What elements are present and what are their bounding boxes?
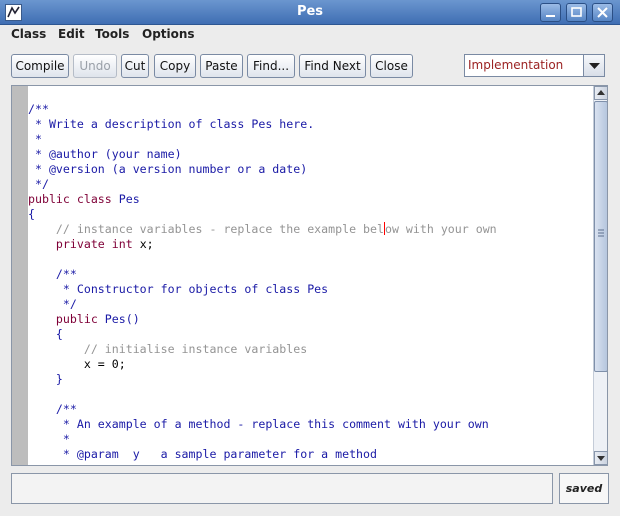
code-line[interactable]: }: [28, 372, 63, 387]
code-token: public class: [28, 192, 119, 206]
code-token: x;: [139, 237, 154, 251]
code-line[interactable]: /**: [28, 402, 77, 417]
window-title: Pes: [296, 4, 324, 19]
menu-tools[interactable]: Tools: [95, 27, 129, 41]
scroll-thumb[interactable]: [594, 101, 607, 372]
paste-button[interactable]: Paste: [200, 54, 243, 78]
minimize-icon: [546, 15, 555, 17]
code-line[interactable]: {: [28, 327, 63, 342]
code-line[interactable]: x = 0;: [28, 357, 126, 372]
code-token: ow with your own: [384, 222, 497, 236]
editor: /** * Write a description of class Pes h…: [11, 85, 608, 466]
code-token: {: [28, 207, 35, 221]
code-token: *: [28, 132, 42, 146]
code-token: Pes(): [104, 312, 140, 326]
code-token: // instance variables - replace the exam…: [28, 222, 384, 236]
vertical-scrollbar[interactable]: [593, 86, 607, 465]
line-gutter[interactable]: [12, 86, 28, 465]
chevron-down-icon: [589, 63, 600, 69]
code-line[interactable]: */: [28, 177, 49, 192]
code-line[interactable]: private int x;: [28, 237, 154, 252]
code-area[interactable]: /** * Write a description of class Pes h…: [28, 86, 593, 465]
view-select-value: Implementation: [468, 58, 564, 72]
dropdown-arrow-button[interactable]: [583, 55, 604, 76]
code-token: * @param y a sample parameter for a meth…: [28, 447, 378, 461]
code-line[interactable]: * @version (a version number or a date): [28, 162, 307, 177]
code-token: */: [28, 177, 49, 191]
find-button[interactable]: Find...: [247, 54, 295, 78]
maximize-button[interactable]: [566, 3, 587, 22]
save-status-box: saved: [559, 473, 609, 504]
menu-bar: Class Edit Tools Options: [0, 25, 620, 45]
code-line[interactable]: */: [28, 297, 77, 312]
code-line[interactable]: public class Pes: [28, 192, 140, 207]
code-token: /**: [28, 402, 77, 416]
close-icon: [597, 7, 608, 18]
view-select[interactable]: Implementation: [464, 54, 605, 77]
title-bar[interactable]: Pes: [0, 0, 620, 25]
code-token: */: [28, 297, 77, 311]
menu-edit[interactable]: Edit: [58, 27, 85, 41]
code-line[interactable]: // initialise instance variables: [28, 342, 307, 357]
code-line[interactable]: // instance variables - replace the exam…: [28, 222, 497, 237]
code-token: *: [28, 432, 70, 446]
code-token: }: [28, 372, 63, 386]
code-token: * @author (your name): [28, 147, 182, 161]
arrow-up-icon: [597, 90, 605, 95]
menu-options[interactable]: Options: [142, 27, 195, 41]
code-line[interactable]: * Constructor for objects of class Pes: [28, 282, 328, 297]
scroll-down-button[interactable]: [594, 451, 607, 465]
code-line[interactable]: *: [28, 132, 42, 147]
save-status-label: saved: [565, 482, 603, 495]
minimize-button[interactable]: [540, 3, 561, 22]
code-token: Pes: [118, 192, 140, 206]
code-line[interactable]: /**: [28, 267, 77, 282]
status-message-area: [11, 473, 553, 504]
code-token: x = 0;: [28, 357, 126, 371]
code-line[interactable]: * Write a description of class Pes here.: [28, 117, 314, 132]
undo-button[interactable]: Undo: [73, 54, 117, 78]
code-token: public: [28, 312, 105, 326]
compile-button[interactable]: Compile: [11, 54, 69, 78]
code-line[interactable]: {: [28, 207, 35, 222]
code-token: * Constructor for objects of class Pes: [28, 282, 329, 296]
scroll-up-button[interactable]: [594, 86, 607, 100]
find-next-button[interactable]: Find Next: [299, 54, 366, 78]
maximize-icon: [571, 7, 582, 17]
code-token: /**: [28, 267, 77, 281]
code-token: * @version (a version number or a date): [28, 162, 308, 176]
code-token: {: [28, 327, 63, 341]
code-line[interactable]: public Pes(): [28, 312, 140, 327]
code-token: /**: [28, 102, 49, 116]
menu-class[interactable]: Class: [11, 27, 46, 41]
close-editor-button[interactable]: Close: [370, 54, 413, 78]
code-line[interactable]: /**: [28, 102, 49, 117]
arrow-down-icon: [597, 456, 605, 461]
code-line[interactable]: * An example of a method - replace this …: [28, 417, 489, 432]
cut-button[interactable]: Cut: [121, 54, 149, 78]
code-token: * An example of a method - replace this …: [28, 417, 489, 431]
copy-button[interactable]: Copy: [154, 54, 196, 78]
code-line[interactable]: * @author (your name): [28, 147, 182, 162]
close-button[interactable]: [592, 3, 613, 22]
code-line[interactable]: *: [28, 432, 70, 447]
code-token: * Write a description of class Pes here.: [28, 117, 315, 131]
grip-icon: [598, 229, 604, 237]
code-token: private int: [28, 237, 140, 251]
code-line[interactable]: * @param y a sample parameter for a meth…: [28, 447, 377, 462]
code-token: // initialise instance variables: [28, 342, 308, 356]
